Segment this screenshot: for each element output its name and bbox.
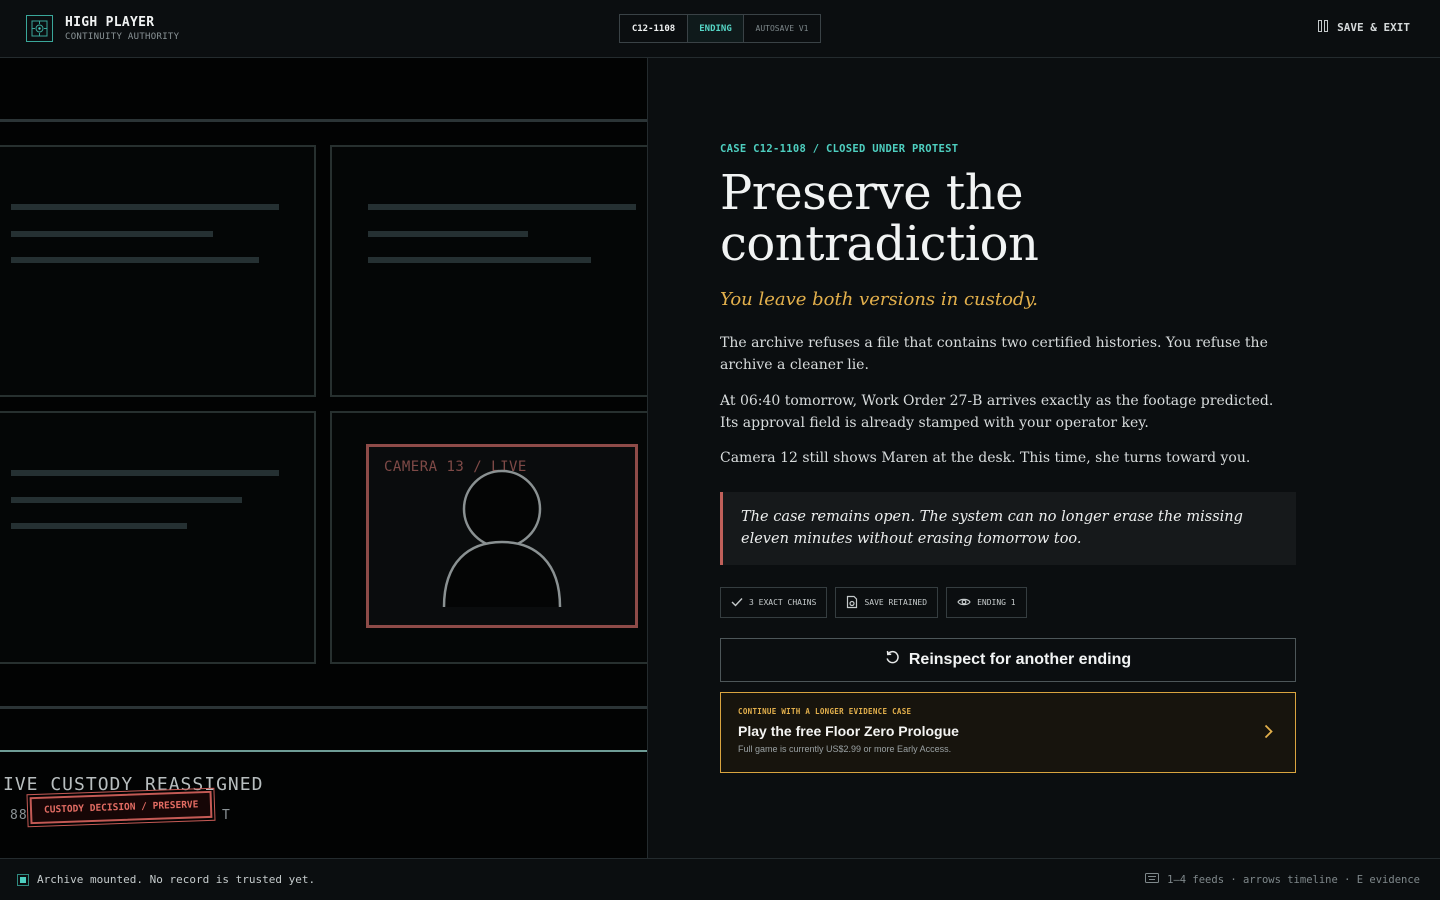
ending-quote: The case remains open. The system can no… bbox=[720, 492, 1296, 565]
prologue-cta[interactable]: CONTINUE WITH A LONGER EVIDENCE CASE Pla… bbox=[720, 692, 1296, 773]
cta-kicker: CONTINUE WITH A LONGER EVIDENCE CASE bbox=[738, 707, 912, 716]
badge-label: ENDING 1 bbox=[977, 598, 1016, 607]
ending-badges: 3 EXACT CHAINS SAVE RETAINED ENDING 1 bbox=[720, 587, 1027, 618]
ending-paragraph: At 06:40 tomorrow, Work Order 27-B arriv… bbox=[720, 393, 1274, 431]
redacted-line bbox=[11, 257, 259, 263]
custody-number-suffix: T bbox=[222, 808, 231, 823]
restart-icon bbox=[885, 650, 900, 670]
ending-paragraph: The archive refuses a file that contains… bbox=[720, 335, 1268, 373]
camera-feed[interactable]: CAMERA 13 / LIVE bbox=[366, 444, 638, 628]
brand: HIGH PLAYER CONTINUITY AUTHORITY bbox=[26, 15, 179, 42]
redacted-line bbox=[368, 204, 636, 210]
document-panel[interactable] bbox=[330, 145, 647, 397]
redacted-line bbox=[368, 231, 528, 237]
badge-label: SAVE RETAINED bbox=[864, 598, 928, 607]
keyboard-icon bbox=[1145, 873, 1160, 886]
custody-record-title: IVE CUSTODY REASSIGNED bbox=[3, 774, 264, 795]
chevron-right-icon bbox=[1264, 724, 1273, 743]
badge-label: 3 EXACT CHAINS bbox=[749, 598, 817, 607]
ending-subtitle: You leave both versions in custody. bbox=[720, 289, 1038, 310]
badge-save-retained: SAVE RETAINED bbox=[835, 587, 939, 618]
brand-subtitle: CONTINUITY AUTHORITY bbox=[65, 32, 180, 42]
redacted-line bbox=[11, 497, 242, 503]
redacted-line bbox=[11, 231, 213, 237]
redacted-line bbox=[368, 257, 591, 263]
frame-line bbox=[0, 706, 647, 709]
custody-decision-stamp: CUSTODY DECISION / PRESERVE bbox=[26, 787, 216, 828]
pause-icon bbox=[1318, 20, 1329, 35]
custody-record-number: 88 T bbox=[10, 808, 230, 823]
check-icon bbox=[731, 597, 743, 609]
top-bar: HIGH PLAYER CONTINUITY AUTHORITY C12-110… bbox=[0, 0, 1440, 58]
ending-panel: CASE C12-1108 / CLOSED UNDER PROTEST Pre… bbox=[648, 58, 1440, 858]
document-panel[interactable] bbox=[0, 411, 316, 664]
case-status: CASE C12-1108 / CLOSED UNDER PROTEST bbox=[720, 143, 959, 155]
tab-case-id[interactable]: C12-1108 bbox=[620, 15, 688, 42]
redacted-line bbox=[11, 470, 279, 476]
evidence-viewport[interactable]: CAMERA 13 / LIVE IVE CUSTODY REASSIGNED … bbox=[0, 58, 647, 858]
redacted-line bbox=[11, 523, 187, 529]
brand-title: HIGH PLAYER bbox=[65, 15, 155, 30]
save-exit-label: SAVE & EXIT bbox=[1337, 21, 1410, 34]
tab-autosave[interactable]: AUTOSAVE V1 bbox=[744, 15, 820, 42]
person-silhouette-icon bbox=[439, 469, 565, 625]
status-bar: Archive mounted. No record is trusted ye… bbox=[0, 858, 1440, 900]
archive-status: Archive mounted. No record is trusted ye… bbox=[17, 873, 315, 886]
authority-logo-icon bbox=[26, 15, 53, 42]
badge-exact-chains: 3 EXACT CHAINS bbox=[720, 587, 828, 618]
save-exit-button[interactable]: SAVE & EXIT bbox=[1318, 20, 1410, 35]
save-icon bbox=[846, 595, 858, 611]
frame-line bbox=[0, 119, 647, 122]
cta-title: Play the free Floor Zero Prologue bbox=[738, 723, 959, 739]
tab-ending[interactable]: ENDING bbox=[688, 15, 744, 42]
cta-subtitle: Full game is currently US$2.99 or more E… bbox=[738, 744, 952, 754]
redacted-line bbox=[11, 204, 279, 210]
badge-ending-number: ENDING 1 bbox=[946, 587, 1027, 618]
custody-number-prefix: 88 bbox=[10, 808, 28, 823]
keyboard-hints: 1–4 feeds · arrows timeline · E evidence bbox=[1145, 873, 1420, 886]
hints-text: 1–4 feeds · arrows timeline · E evidence bbox=[1167, 873, 1420, 886]
ending-title: Preserve the contradiction bbox=[720, 165, 1039, 272]
ending-paragraph: Camera 12 still shows Maren at the desk.… bbox=[720, 450, 1251, 466]
case-tabs: C12-1108 ENDING AUTOSAVE V1 bbox=[619, 14, 821, 43]
custody-divider bbox=[0, 750, 647, 752]
document-panel[interactable] bbox=[0, 145, 316, 397]
status-text: Archive mounted. No record is trusted ye… bbox=[37, 873, 316, 886]
reinspect-label: Reinspect for another ending bbox=[908, 651, 1132, 668]
status-indicator-icon bbox=[17, 873, 29, 886]
reinspect-button[interactable]: Reinspect for another ending bbox=[720, 638, 1296, 682]
eye-icon bbox=[957, 597, 971, 609]
